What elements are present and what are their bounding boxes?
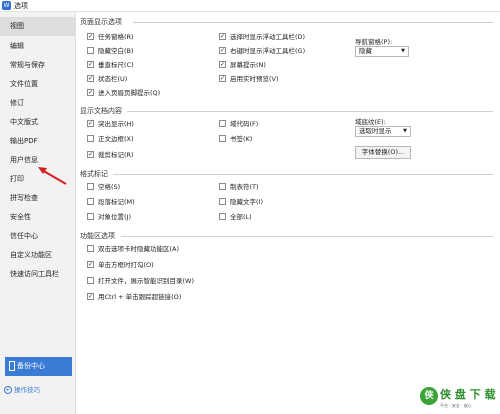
checkbox-hidden-text[interactable]: 隐藏文字(I) (219, 197, 263, 208)
field-shading-label: 域底纹(E): (355, 118, 386, 126)
check-icon: ✓ (219, 46, 226, 54)
checkbox-header-footer-tip[interactable]: ✓ 进入页眉页脚提示(Q) (87, 88, 160, 99)
checkbox-vertical-ruler[interactable]: ✓ 垂直标尺(C) (87, 60, 134, 71)
title-bar: W 选项 (0, 0, 500, 12)
check-icon: ✓ (87, 74, 94, 82)
field-shading-select[interactable]: 选取时显示 ▼ (355, 126, 411, 137)
checkbox-screen-tips[interactable]: ✓ 屏幕提示(N) (219, 60, 266, 71)
check-icon: ✓ (87, 32, 94, 40)
check-icon: ✓ (219, 74, 226, 82)
window-title: 选项 (14, 2, 28, 10)
sidebar-item-chinese-layout[interactable]: 中文版式 (0, 113, 76, 132)
check-icon: ✓ (87, 88, 94, 96)
checkbox-all-marks[interactable]: 全部(L) (219, 212, 252, 223)
checkbox-float-toolbar-select[interactable]: ✓ 选择时显示浮动工具栏(D) (219, 32, 305, 43)
checkbox-smart-toc[interactable]: 打开文件，展示智能识别目录(W) (87, 276, 194, 287)
sidebar-item-general-save[interactable]: 常规与保存 (0, 56, 76, 75)
checkbox-ctrl-click-link[interactable]: ✓ 用Ctrl + 单击跟踪超链接(O) (87, 292, 181, 303)
sidebar-item-view[interactable]: 视图 (0, 17, 76, 36)
watermark-logo: 侠 侠 盘 下 载 平台 · 安全 · 放心 (420, 385, 500, 414)
tips-label: 操作技巧 (14, 386, 40, 394)
checkbox-field-codes[interactable]: 域代码(F) (219, 119, 258, 130)
check-icon: ✓ (87, 150, 94, 158)
checkbox-text-border[interactable]: 正文边框(X) (87, 134, 134, 145)
backup-icon (9, 361, 15, 371)
tips-icon: ▸ (4, 386, 12, 394)
nav-pane-label: 导航窗格(P): (355, 38, 393, 46)
checkbox-highlight[interactable]: ✓ 突出显示(H) (87, 119, 134, 130)
section-divider (121, 236, 493, 237)
checkbox-click-to-check[interactable]: ✓ 单击方框时打勾(O) (87, 260, 154, 271)
checkbox-task-pane[interactable]: ✓ 任务窗格(R) (87, 32, 134, 43)
annotation-arrow (38, 167, 67, 185)
checkbox-live-preview[interactable]: ✓ 启用实时预览(V) (219, 74, 279, 85)
checkbox-crop-marks[interactable]: ✓ 裁剪标记(R) (87, 150, 134, 161)
nav-pane-select[interactable]: 隐藏 ▼ (355, 46, 409, 57)
checkbox-hide-blank[interactable]: 隐藏空白(B) (87, 46, 134, 57)
checkbox-status-bar[interactable]: ✓ 状态栏(U) (87, 74, 127, 85)
sidebar-item-spelling[interactable]: 拼写检查 (0, 189, 76, 208)
sidebar-item-trust-center[interactable]: 信任中心 (0, 227, 76, 246)
section-divider (113, 174, 493, 175)
sidebar-item-security[interactable]: 安全性 (0, 208, 76, 227)
checkbox-dblclick-hide-ribbon[interactable]: 双击选项卡时隐藏功能区(A) (87, 244, 179, 255)
backup-center-button[interactable]: 备份中心 (5, 357, 72, 376)
check-icon: ✓ (87, 119, 94, 127)
check-icon: ✓ (87, 292, 94, 300)
backup-center-label: 备份中心 (17, 362, 45, 370)
chevron-down-icon: ▼ (403, 128, 407, 134)
check-icon: ✓ (87, 60, 94, 68)
check-icon: ✓ (87, 260, 94, 268)
sidebar: 视图 编辑 常规与保存 文件位置 修订 中文版式 输出PDF 用户信息 打印 拼… (0, 12, 76, 414)
watermark-text: 侠 盘 下 载 (440, 388, 496, 401)
section-divider (127, 111, 493, 112)
section-title-ribbon: 功能区选项 (80, 232, 115, 240)
font-substitution-button[interactable]: 字体替换(O)... (355, 146, 411, 159)
sidebar-item-file-location[interactable]: 文件位置 (0, 75, 76, 94)
check-icon: ✓ (219, 32, 226, 40)
section-title-page-display: 页面显示选项 (80, 18, 122, 26)
checkbox-tabs[interactable]: 制表符(T) (219, 182, 259, 193)
watermark-subtext: 平台 · 安全 · 放心 (440, 403, 472, 408)
sidebar-item-export-pdf[interactable]: 输出PDF (0, 132, 76, 151)
section-title-format-marks: 格式标记 (80, 170, 108, 178)
sidebar-item-revision[interactable]: 修订 (0, 94, 76, 113)
checkbox-object-anchors[interactable]: 对象位置(J) (87, 212, 131, 223)
sidebar-item-quick-access[interactable]: 快速访问工具栏 (0, 265, 76, 284)
sidebar-item-edit[interactable]: 编辑 (0, 37, 76, 56)
section-divider (133, 22, 493, 23)
sidebar-item-customize-ribbon[interactable]: 自定义功能区 (0, 246, 76, 265)
watermark-logo-icon: 侠 (420, 387, 438, 405)
checkbox-float-toolbar-rightclick[interactable]: ✓ 右键时显示浮动工具栏(G) (219, 46, 305, 57)
app-logo-icon: W (2, 1, 11, 10)
checkbox-paragraph-marks[interactable]: 段落标记(M) (87, 197, 135, 208)
section-title-doc-content: 显示文档内容 (80, 107, 122, 115)
checkbox-bookmarks[interactable]: 书签(K) (219, 134, 252, 145)
chevron-down-icon: ▼ (401, 48, 405, 54)
check-icon: ✓ (219, 60, 226, 68)
checkbox-spaces[interactable]: 空格(S) (87, 182, 120, 193)
options-panel: 页面显示选项 ✓ 任务窗格(R) 隐藏空白(B) ✓ 垂直标尺(C) ✓ 状态栏(U)… (77, 12, 500, 414)
tips-link[interactable]: ▸ 操作技巧 (4, 384, 40, 394)
